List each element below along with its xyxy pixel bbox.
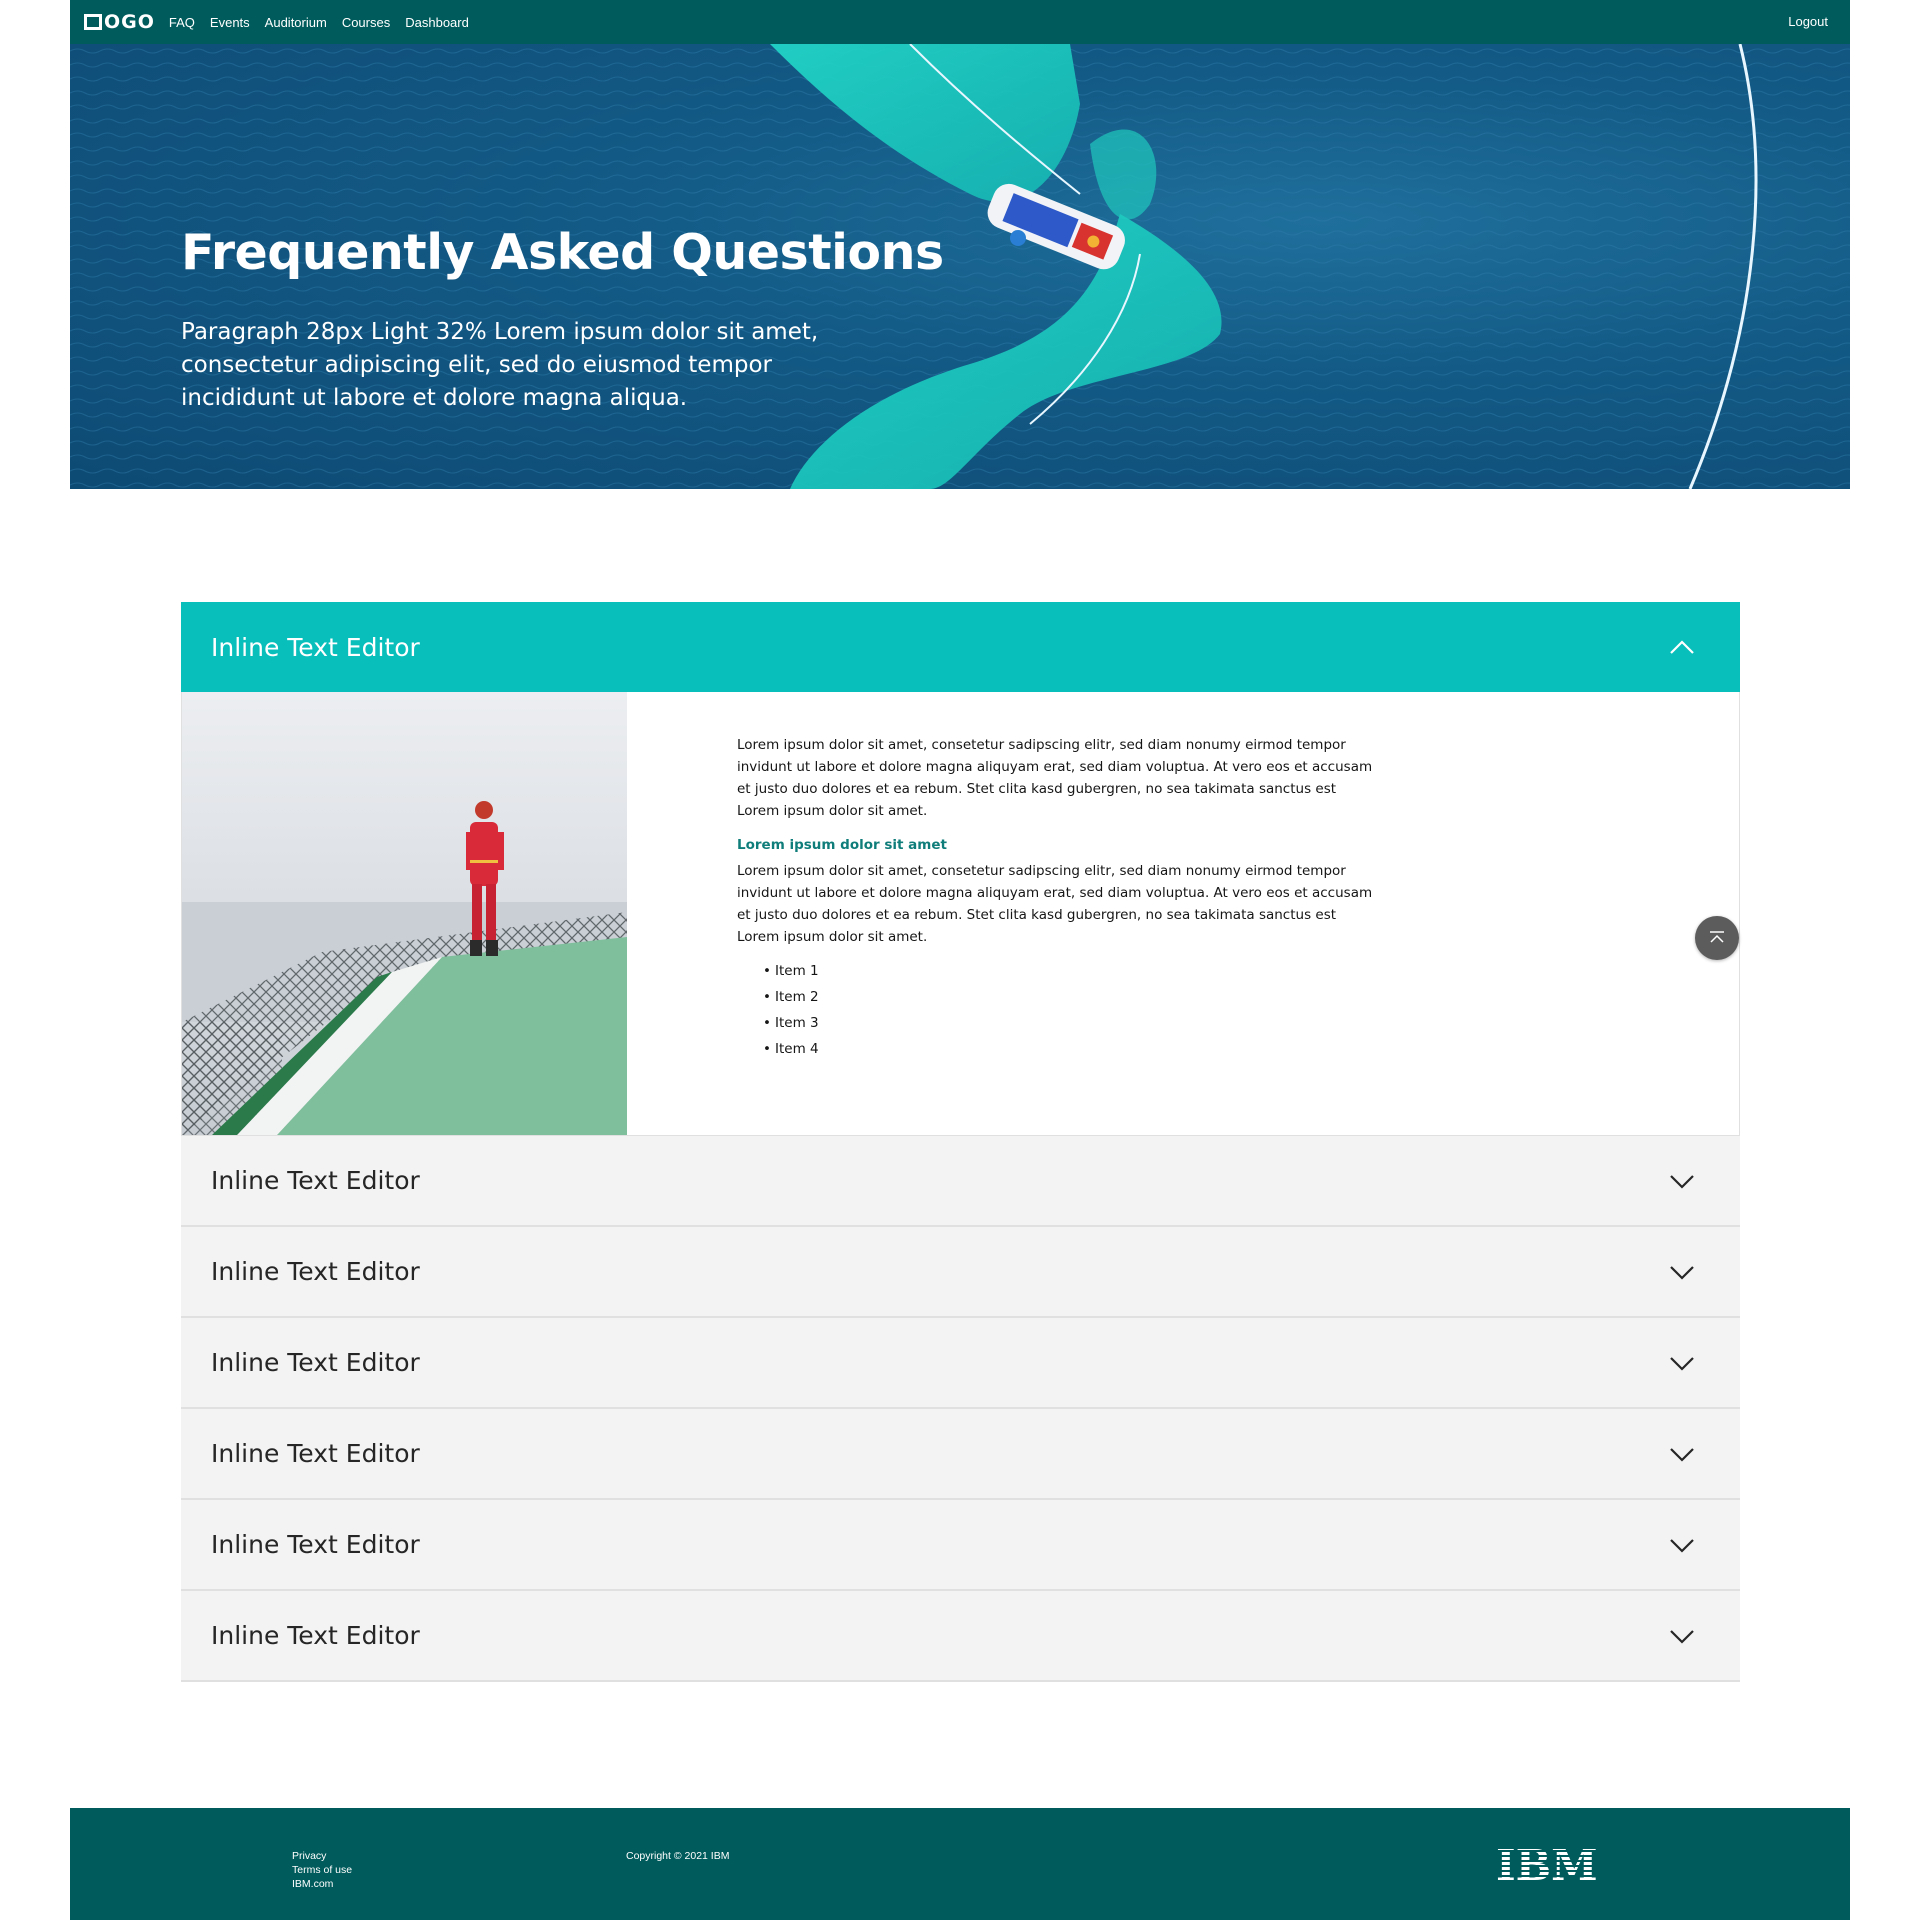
footer-link-privacy[interactable]: Privacy xyxy=(292,1850,352,1862)
hero-subtitle: Paragraph 28px Light 32% Lorem ipsum dol… xyxy=(181,319,819,411)
accordion-item-content: Lorem ipsum dolor sit amet, consetetur s… xyxy=(181,692,1740,1136)
footer: Privacy Terms of use IBM.com Copyright ©… xyxy=(70,1808,1850,1920)
list-item: Item 2 xyxy=(763,984,1377,1010)
list-item: Item 3 xyxy=(763,1010,1377,1036)
footer-link-ibm[interactable]: IBM.com xyxy=(292,1878,352,1890)
content-list: Item 1 Item 2 Item 3 Item 4 xyxy=(737,958,1377,1062)
content-subheading: Lorem ipsum dolor sit amet xyxy=(737,837,947,853)
accordion-item-title: Inline Text Editor xyxy=(211,1257,420,1286)
list-item: Item 1 xyxy=(763,958,1377,984)
logo[interactable]: OGO xyxy=(84,11,155,33)
chevron-down-icon[interactable] xyxy=(1662,1434,1702,1474)
accordion-item-collapsed[interactable]: Inline Text Editor xyxy=(181,1591,1740,1682)
arrow-up-to-top-icon xyxy=(1710,931,1724,943)
nav-link-faq[interactable]: FAQ xyxy=(169,15,195,30)
copyright-text: Copyright © 2021 IBM xyxy=(626,1850,730,1862)
content-paragraph-1: Lorem ipsum dolor sit amet, consetetur s… xyxy=(737,737,1373,819)
chevron-down-icon[interactable] xyxy=(1662,1343,1702,1383)
footer-link-terms[interactable]: Terms of use xyxy=(292,1864,352,1876)
top-navigation: OGO FAQ Events Auditorium Courses Dashbo… xyxy=(70,0,1850,44)
accordion-item-title: Inline Text Editor xyxy=(211,1439,420,1468)
hero-banner: Frequently Asked Questions Paragraph 28p… xyxy=(70,44,1850,489)
accordion-item-collapsed[interactable]: Inline Text Editor xyxy=(181,1500,1740,1591)
accordion-item-collapsed[interactable]: Inline Text Editor xyxy=(181,1227,1740,1318)
nav-link-events[interactable]: Events xyxy=(210,15,250,30)
accordion-rich-text: Lorem ipsum dolor sit amet, consetetur s… xyxy=(737,734,1377,1135)
chevron-down-icon[interactable] xyxy=(1662,1252,1702,1292)
ibm-logo[interactable]: IBM xyxy=(1496,1844,1596,1884)
nav-link-dashboard[interactable]: Dashboard xyxy=(405,15,469,30)
page: OGO FAQ Events Auditorium Courses Dashbo… xyxy=(70,0,1850,1920)
accordion-item-title: Inline Text Editor xyxy=(211,632,420,662)
accordion-item-title: Inline Text Editor xyxy=(211,1530,420,1559)
list-item: Item 4 xyxy=(763,1036,1377,1062)
chevron-down-icon[interactable] xyxy=(1662,1616,1702,1656)
back-to-top-button[interactable] xyxy=(1695,916,1739,960)
chevron-up-icon[interactable] xyxy=(1662,627,1702,667)
accordion-item-collapsed[interactable]: Inline Text Editor xyxy=(181,1409,1740,1500)
content-paragraph-2: Lorem ipsum dolor sit amet, consetetur s… xyxy=(737,863,1373,945)
worker-on-deck-image xyxy=(182,692,627,1135)
accordion-item-title: Inline Text Editor xyxy=(211,1621,420,1650)
faq-accordion: Inline Text Editor Lorem ipsum dolor sit… xyxy=(181,602,1740,1682)
chevron-down-icon[interactable] xyxy=(1662,1525,1702,1565)
footer-links: Privacy Terms of use IBM.com xyxy=(292,1850,352,1890)
logo-mark xyxy=(84,14,102,30)
nav-link-auditorium[interactable]: Auditorium xyxy=(265,15,327,30)
page-title: Frequently Asked Questions xyxy=(181,224,944,281)
accordion-item-collapsed[interactable]: Inline Text Editor xyxy=(181,1318,1740,1409)
accordion-item-collapsed[interactable]: Inline Text Editor xyxy=(181,1136,1740,1227)
accordion-item-title: Inline Text Editor xyxy=(211,1166,420,1195)
nav-links: FAQ Events Auditorium Courses Dashboard xyxy=(169,15,469,30)
nav-link-courses[interactable]: Courses xyxy=(342,15,390,30)
logo-text: OGO xyxy=(104,11,155,33)
chevron-down-icon[interactable] xyxy=(1662,1161,1702,1201)
accordion-item-title: Inline Text Editor xyxy=(211,1348,420,1377)
logout-link[interactable]: Logout xyxy=(1788,14,1828,29)
accordion-item-header-expanded[interactable]: Inline Text Editor xyxy=(181,602,1740,692)
